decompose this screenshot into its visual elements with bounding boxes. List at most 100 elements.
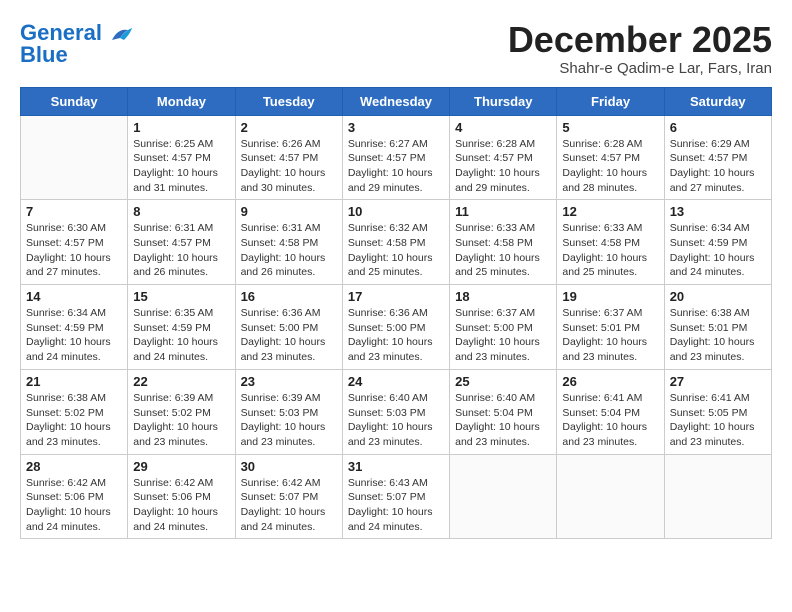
day-info: Sunrise: 6:34 AM Sunset: 4:59 PM Dayligh…: [670, 221, 766, 280]
calendar-cell: 27Sunrise: 6:41 AM Sunset: 5:05 PM Dayli…: [664, 369, 771, 454]
calendar-cell: 11 Sunrise: 6:33 AM Sunset: 4:58 PM Dayli…: [450, 200, 557, 285]
calendar-cell: 21Sunrise: 6:38 AM Sunset: 5:02 PM Dayli…: [21, 369, 128, 454]
calendar-cell: 29 Sunrise: 6:42 AM Sunset: 5:06 PM Dayli…: [128, 454, 235, 539]
day-number: 13: [670, 204, 766, 219]
day-info: Sunrise: 6:36 AM Sunset: 5:00 PM Dayligh…: [348, 306, 444, 365]
calendar-cell: 30 Sunrise: 6:42 AM Sunset: 5:07 PM Dayli…: [235, 454, 342, 539]
calendar-cell: 28 Sunrise: 6:42 AM Sunset: 5:06 PM Dayli…: [21, 454, 128, 539]
day-number: 16: [241, 289, 337, 304]
weekday-header: Friday: [557, 87, 664, 115]
day-number: 22: [133, 374, 229, 389]
day-info: Sunrise: 6:31 AM Sunset: 4:58 PM Dayligh…: [241, 221, 337, 280]
day-info: Sunrise: 6:39 AM Sunset: 5:03 PM Dayligh…: [241, 391, 337, 450]
day-number: 17: [348, 289, 444, 304]
calendar-cell: [664, 454, 771, 539]
weekday-header-row: SundayMondayTuesdayWednesdayThursdayFrid…: [21, 87, 772, 115]
calendar-cell: 31 Sunrise: 6:43 AM Sunset: 5:07 PM Dayli…: [342, 454, 449, 539]
calendar-cell: [557, 454, 664, 539]
day-info: Sunrise: 6:42 AM Sunset: 5:07 PM Dayligh…: [241, 476, 337, 535]
day-info: Sunrise: 6:41 AM Sunset: 5:05 PM Dayligh…: [670, 391, 766, 450]
day-info: Sunrise: 6:40 AM Sunset: 5:04 PM Dayligh…: [455, 391, 551, 450]
day-number: 23: [241, 374, 337, 389]
day-info: Sunrise: 6:43 AM Sunset: 5:07 PM Dayligh…: [348, 476, 444, 535]
week-row: 7 Sunrise: 6:30 AM Sunset: 4:57 PM Daylig…: [21, 200, 772, 285]
day-info: Sunrise: 6:34 AM Sunset: 4:59 PM Dayligh…: [26, 306, 122, 365]
day-info: Sunrise: 6:28 AM Sunset: 4:57 PM Dayligh…: [455, 137, 551, 196]
day-info: Sunrise: 6:40 AM Sunset: 5:03 PM Dayligh…: [348, 391, 444, 450]
day-number: 6: [670, 120, 766, 135]
day-number: 18: [455, 289, 551, 304]
day-number: 5: [562, 120, 658, 135]
calendar-cell: 5 Sunrise: 6:28 AM Sunset: 4:57 PM Daylig…: [557, 115, 664, 200]
day-info: Sunrise: 6:27 AM Sunset: 4:57 PM Dayligh…: [348, 137, 444, 196]
month-title: December 2025: [508, 20, 772, 60]
day-info: Sunrise: 6:42 AM Sunset: 5:06 PM Dayligh…: [26, 476, 122, 535]
logo: General Blue: [20, 20, 132, 68]
calendar-cell: 16Sunrise: 6:36 AM Sunset: 5:00 PM Dayli…: [235, 285, 342, 370]
day-number: 11: [455, 204, 551, 219]
calendar-cell: 25 Sunrise: 6:40 AM Sunset: 5:04 PM Dayli…: [450, 369, 557, 454]
day-info: Sunrise: 6:39 AM Sunset: 5:02 PM Dayligh…: [133, 391, 229, 450]
day-info: Sunrise: 6:37 AM Sunset: 5:01 PM Dayligh…: [562, 306, 658, 365]
day-info: Sunrise: 6:32 AM Sunset: 4:58 PM Dayligh…: [348, 221, 444, 280]
calendar-cell: 13 Sunrise: 6:34 AM Sunset: 4:59 PM Dayli…: [664, 200, 771, 285]
calendar-cell: 6 Sunrise: 6:29 AM Sunset: 4:57 PM Daylig…: [664, 115, 771, 200]
day-number: 3: [348, 120, 444, 135]
calendar-cell: 12Sunrise: 6:33 AM Sunset: 4:58 PM Dayli…: [557, 200, 664, 285]
calendar-table: SundayMondayTuesdayWednesdayThursdayFrid…: [20, 87, 772, 540]
calendar-cell: 2 Sunrise: 6:26 AM Sunset: 4:57 PM Daylig…: [235, 115, 342, 200]
day-number: 9: [241, 204, 337, 219]
day-info: Sunrise: 6:38 AM Sunset: 5:01 PM Dayligh…: [670, 306, 766, 365]
weekday-header: Monday: [128, 87, 235, 115]
day-info: Sunrise: 6:33 AM Sunset: 4:58 PM Dayligh…: [455, 221, 551, 280]
day-info: Sunrise: 6:29 AM Sunset: 4:57 PM Dayligh…: [670, 137, 766, 196]
weekday-header: Saturday: [664, 87, 771, 115]
weekday-header: Tuesday: [235, 87, 342, 115]
weekday-header: Thursday: [450, 87, 557, 115]
day-info: Sunrise: 6:28 AM Sunset: 4:57 PM Dayligh…: [562, 137, 658, 196]
day-number: 14: [26, 289, 122, 304]
week-row: 28 Sunrise: 6:42 AM Sunset: 5:06 PM Dayli…: [21, 454, 772, 539]
day-number: 20: [670, 289, 766, 304]
day-number: 1: [133, 120, 229, 135]
calendar-cell: 10 Sunrise: 6:32 AM Sunset: 4:58 PM Dayli…: [342, 200, 449, 285]
calendar-cell: [21, 115, 128, 200]
day-number: 4: [455, 120, 551, 135]
calendar-cell: 15Sunrise: 6:35 AM Sunset: 4:59 PM Dayli…: [128, 285, 235, 370]
calendar-cell: 24 Sunrise: 6:40 AM Sunset: 5:03 PM Dayli…: [342, 369, 449, 454]
day-number: 2: [241, 120, 337, 135]
calendar-cell: 19 Sunrise: 6:37 AM Sunset: 5:01 PM Dayli…: [557, 285, 664, 370]
logo-line2: Blue: [20, 42, 68, 68]
calendar-cell: 20 Sunrise: 6:38 AM Sunset: 5:01 PM Dayli…: [664, 285, 771, 370]
day-number: 26: [562, 374, 658, 389]
day-number: 25: [455, 374, 551, 389]
day-number: 19: [562, 289, 658, 304]
location-subtitle: Shahr-e Qadim-e Lar, Fars, Iran: [508, 60, 772, 77]
page-header: General Blue December 2025 Shahr-e Qadim…: [20, 20, 772, 77]
calendar-cell: 22 Sunrise: 6:39 AM Sunset: 5:02 PM Dayli…: [128, 369, 235, 454]
day-number: 7: [26, 204, 122, 219]
day-number: 31: [348, 459, 444, 474]
calendar-cell: 7 Sunrise: 6:30 AM Sunset: 4:57 PM Daylig…: [21, 200, 128, 285]
day-number: 8: [133, 204, 229, 219]
week-row: 1 Sunrise: 6:25 AM Sunset: 4:57 PM Daylig…: [21, 115, 772, 200]
day-number: 10: [348, 204, 444, 219]
day-info: Sunrise: 6:41 AM Sunset: 5:04 PM Dayligh…: [562, 391, 658, 450]
day-info: Sunrise: 6:25 AM Sunset: 4:57 PM Dayligh…: [133, 137, 229, 196]
calendar-cell: 4 Sunrise: 6:28 AM Sunset: 4:57 PM Daylig…: [450, 115, 557, 200]
day-number: 29: [133, 459, 229, 474]
calendar-cell: 8 Sunrise: 6:31 AM Sunset: 4:57 PM Daylig…: [128, 200, 235, 285]
week-row: 14 Sunrise: 6:34 AM Sunset: 4:59 PM Dayli…: [21, 285, 772, 370]
weekday-header: Wednesday: [342, 87, 449, 115]
day-number: 24: [348, 374, 444, 389]
day-number: 12: [562, 204, 658, 219]
day-number: 28: [26, 459, 122, 474]
day-number: 30: [241, 459, 337, 474]
day-info: Sunrise: 6:31 AM Sunset: 4:57 PM Dayligh…: [133, 221, 229, 280]
week-row: 21Sunrise: 6:38 AM Sunset: 5:02 PM Dayli…: [21, 369, 772, 454]
day-info: Sunrise: 6:26 AM Sunset: 4:57 PM Dayligh…: [241, 137, 337, 196]
day-number: 21: [26, 374, 122, 389]
day-info: Sunrise: 6:42 AM Sunset: 5:06 PM Dayligh…: [133, 476, 229, 535]
day-info: Sunrise: 6:30 AM Sunset: 4:57 PM Dayligh…: [26, 221, 122, 280]
weekday-header: Sunday: [21, 87, 128, 115]
